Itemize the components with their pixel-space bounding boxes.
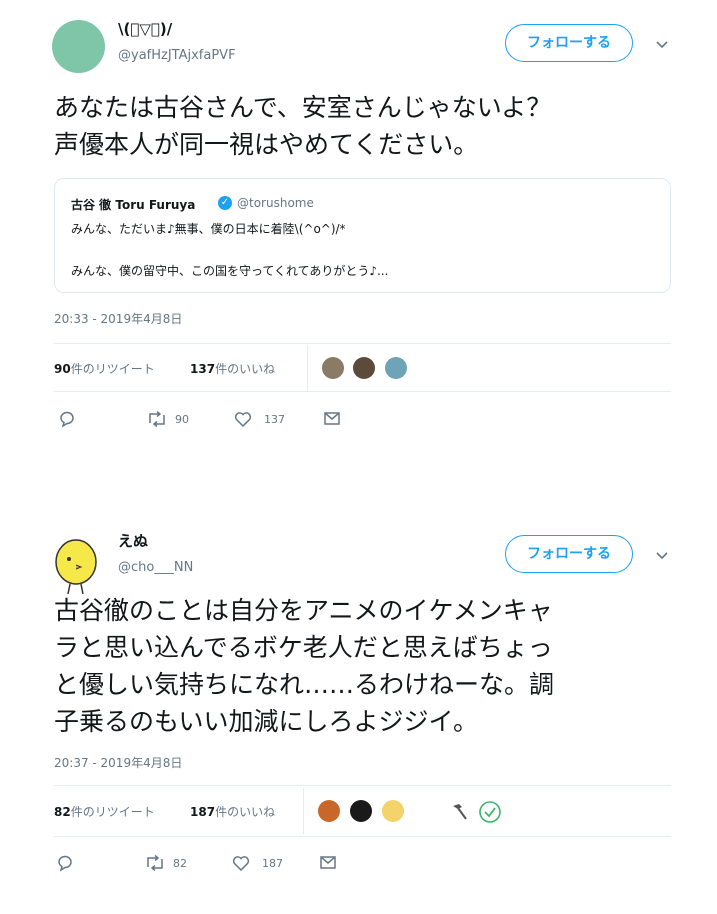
liker-avatar[interactable] (350, 800, 372, 822)
retweet-icon[interactable] (144, 855, 166, 871)
like-count: 187 (262, 857, 283, 870)
retweet-count: 82 (173, 857, 187, 870)
like-count: 137 (264, 413, 285, 426)
follow-button[interactable]: フォローする (505, 24, 633, 62)
tweet-text-line: 子乗るのもいい加減にしろよジジイ。 (54, 707, 479, 736)
display-name[interactable]: \(ﾟ▽ﾟ)/ (118, 20, 172, 38)
message-icon[interactable] (320, 856, 336, 869)
tweet-text-line: ラと思い込んでるボケ老人だと思えばちょっ (54, 633, 553, 662)
tweet-text-line: 声優本人が同一視はやめてください。 (54, 130, 479, 159)
divider (54, 785, 671, 786)
follow-button[interactable]: フォローする (505, 535, 633, 573)
retweet-icon[interactable] (146, 411, 168, 427)
divider (54, 836, 671, 837)
liker-avatar[interactable] (322, 357, 344, 379)
tweet-card: \(ﾟ▽ﾟ)/ @yafHzJTAjxfaPVF フォローする あなたは古谷さん… (0, 0, 717, 455)
verified-badge-icon: ✓ (218, 196, 232, 210)
hammer-icon[interactable] (449, 802, 469, 822)
tweet-text: 古谷徹のことは自分をアニメのイケメンキャ ラと思い込んでるボケ老人だと思えばちょ… (54, 592, 664, 740)
user-handle[interactable]: @yafHzJTAjxfaPVF (118, 48, 236, 63)
liker-avatar[interactable] (318, 800, 340, 822)
heart-icon[interactable] (234, 411, 252, 427)
liker-avatar[interactable] (382, 800, 404, 822)
reply-icon[interactable] (58, 410, 76, 428)
tweet-card: えぬ @cho___NN フォローする 古谷徹のことは自分をアニメのイケメンキャ… (0, 520, 717, 914)
quoted-handle: @torushome (237, 196, 314, 210)
tweet-text-line: 古谷徹のことは自分をアニメのイケメンキャ (54, 596, 553, 625)
divider (54, 343, 671, 344)
tweet-text-line: あなたは古谷さんで、安室さんじゃないよ？ (54, 93, 552, 122)
timestamp[interactable]: 20:33 - 2019年4月8日 (54, 310, 182, 327)
liker-avatar[interactable] (385, 357, 407, 379)
like-stat[interactable]: 187件のいいね (190, 803, 275, 820)
divider (307, 345, 308, 391)
reply-icon[interactable] (56, 854, 74, 872)
heart-icon[interactable] (232, 855, 250, 871)
display-name[interactable]: えぬ (118, 530, 148, 551)
user-handle[interactable]: @cho___NN (118, 560, 193, 575)
message-icon[interactable] (324, 412, 340, 425)
retweet-stat[interactable]: 82件のリツイート (54, 803, 155, 820)
retweet-count: 90 (175, 413, 189, 426)
tweet-text-line: と優しい気持ちになれ……るわけねーな。調 (54, 670, 555, 699)
chevron-down-icon[interactable] (656, 38, 668, 50)
tweet-text: あなたは古谷さんで、安室さんじゃないよ？ 声優本人が同一視はやめてください。 (54, 89, 664, 163)
quoted-text-line: みんな、僕の留守中、この国を守ってくれてありがとう♪... (71, 264, 389, 278)
check-circle-icon[interactable] (478, 800, 502, 824)
quoted-tweet[interactable]: 古谷 徹 Toru Furuya ✓ @torushome みんな、ただいま♪無… (54, 178, 671, 293)
like-stat[interactable]: 137件のいいね (190, 360, 275, 377)
quoted-display-name: 古谷 徹 Toru Furuya (71, 198, 196, 212)
divider (54, 391, 671, 392)
divider (303, 788, 304, 834)
timestamp[interactable]: 20:37 - 2019年4月8日 (54, 754, 182, 771)
liker-avatar[interactable] (353, 357, 375, 379)
retweet-stat[interactable]: 90件のリツイート (54, 360, 155, 377)
avatar[interactable] (50, 532, 102, 600)
chevron-down-icon[interactable] (656, 549, 668, 561)
avatar[interactable] (52, 20, 105, 73)
quoted-text-line: みんな、ただいま♪無事、僕の日本に着陸\(^o^)/* (71, 222, 346, 236)
